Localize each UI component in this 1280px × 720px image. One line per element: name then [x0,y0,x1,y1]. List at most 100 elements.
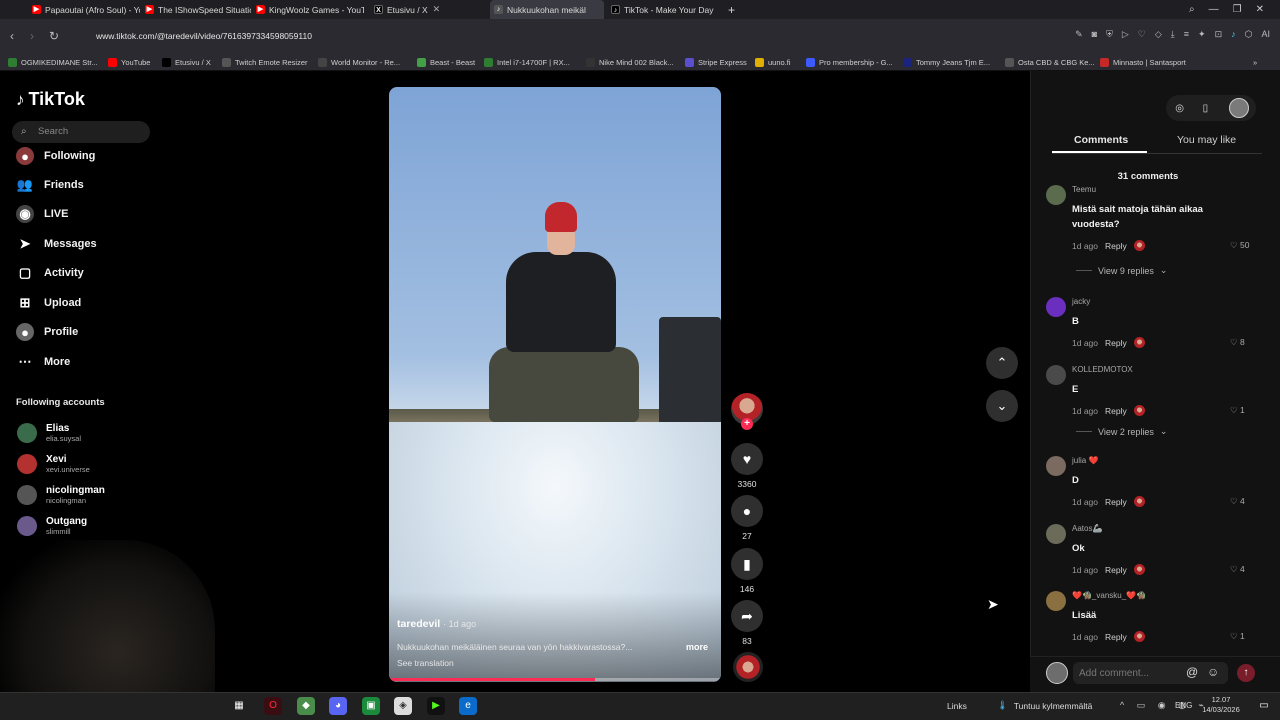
files-app-icon[interactable]: ◆ [297,697,315,715]
taskbar-clock[interactable]: 12.07 14/03/2026 [1200,695,1242,715]
sidebar-item-friends[interactable]: 👥 Friends [16,174,84,196]
bookmark-item[interactable]: Etusivu / X [162,55,211,69]
tiktok-logo[interactable]: ♪ TikTok [16,89,85,110]
comment-like-button[interactable]: ♡ 50 [1230,240,1249,251]
camera-icon[interactable]: ◙ [1092,29,1097,40]
sidebar-item-upload[interactable]: ⊞ Upload [16,292,82,314]
bookmarks-overflow-icon[interactable]: » [1253,55,1257,69]
browser-tab-1[interactable]: ▶ Papaoutai (Afro Soul) - Yo [28,0,140,19]
comment-username[interactable]: Aatos🦾 [1072,524,1102,533]
taskbar-links[interactable]: Links [947,701,967,711]
reply-button[interactable]: Reply [1105,406,1127,416]
save-action[interactable]: ▮ 146 [731,548,763,594]
reply-button[interactable]: Reply [1105,241,1127,251]
menu-icon[interactable]: ≡ [1184,29,1189,40]
tab-you-may-like[interactable]: You may like [1177,134,1236,146]
share-icon[interactable]: ➦ [731,600,763,632]
video-player[interactable]: taredevil · 1d ago Nukkuukohan meikäläin… [389,87,721,682]
previous-video-button[interactable]: ⌃ [986,347,1018,379]
music-disc-icon[interactable] [733,652,763,682]
comment-like-button[interactable]: ♡ 8 [1230,337,1245,348]
bookmark-item[interactable]: Tommy Jeans Tjm E... [903,55,990,69]
avatar[interactable] [1046,185,1066,205]
minimize-icon[interactable]: — [1209,4,1219,15]
lock-icon[interactable]: ⊡ [1215,29,1223,40]
cube-icon[interactable]: ◇ [1155,29,1162,40]
heart-icon[interactable]: ♥ [731,443,763,475]
comment-username[interactable]: KOLLEDMOTOX [1072,365,1133,374]
taskbar-weather[interactable]: 🌡 Tuntuu kylmemmältä [997,700,1092,711]
coin-icon[interactable]: ◎ [1175,103,1184,114]
bookmark-item[interactable]: Minnasto | Santasport [1100,55,1186,69]
device-icon[interactable]: ▯ [1203,103,1209,114]
bookmark-item[interactable]: World Monitor - Re... [318,55,400,69]
maximize-icon[interactable]: ❐ [1233,4,1242,15]
following-account[interactable]: Xevi xevi.universe [17,451,90,477]
bookmark-item[interactable]: Twitch Emote Resizer [222,55,308,69]
sidebar-item-profile[interactable]: ● Profile [16,321,78,343]
reply-button[interactable]: Reply [1105,497,1127,507]
bookmark-item[interactable]: Osta CBD & CBG Ke... [1005,55,1095,69]
comment-like-button[interactable]: ♡ 4 [1230,496,1245,507]
search-input[interactable]: ⌕ Search [12,121,150,143]
video-progress-bar[interactable] [389,678,721,681]
reply-button[interactable]: Reply [1105,338,1127,348]
avatar[interactable] [1046,456,1066,476]
url-field[interactable]: www.tiktok.com/@taredevil/video/76163973… [76,25,1226,47]
new-tab-button[interactable]: + [724,0,742,19]
avatar[interactable] [1046,365,1066,385]
browser-tab-6[interactable]: ♪ TikTok - Make Your Day [607,0,719,19]
edge-icon[interactable]: e [459,697,477,715]
settings-icon[interactable]: ⬡ [1245,29,1253,40]
sidebar-item-more[interactable]: ⋯ More [16,351,71,373]
emoji-button[interactable]: ☺ [1207,665,1219,679]
bookmark-item[interactable]: Nike Mind 002 Black... [586,55,674,69]
reload-icon[interactable]: ↻ [46,28,62,44]
kick-icon[interactable]: ▶ [427,697,445,715]
following-account[interactable]: nicolingman nicolingman [17,482,105,508]
ai-button[interactable]: AI [1261,29,1270,40]
comment-username[interactable]: jacky [1072,297,1090,306]
bookmark-item[interactable]: Pro membership - G... [806,55,893,69]
tiktok-extension-icon[interactable]: ♪ [1231,29,1236,40]
following-account[interactable]: Outgang slimmill [17,513,87,539]
caption-more-button[interactable]: more [686,642,708,652]
reply-button[interactable]: Reply [1105,632,1127,642]
follow-button[interactable]: + [741,418,753,430]
next-video-button[interactable]: ⌄ [986,390,1018,422]
avatar[interactable] [1046,524,1066,544]
add-comment-input[interactable] [1073,662,1228,684]
comment-like-button[interactable]: ♡ 1 [1230,631,1245,642]
extension-icon[interactable]: ✦ [1198,29,1206,40]
video-author[interactable]: taredevil [397,618,440,630]
sidebar-item-activity[interactable]: ▢ Activity [16,262,84,284]
comment-like-button[interactable]: ♡ 1 [1230,405,1245,416]
comment-username[interactable]: ❤️🧌_vansku_❤️🧌 [1072,591,1146,600]
view-replies-button[interactable]: View 2 replies ⌄ [1076,426,1167,437]
forward-icon[interactable]: › [24,28,40,44]
download-icon[interactable]: ⤓ [1171,29,1175,40]
view-replies-button[interactable]: View 9 replies ⌄ [1076,265,1167,276]
avatar[interactable] [1046,297,1066,317]
comment-username[interactable]: Teemu [1072,185,1096,194]
notification-icon[interactable]: ▭ [1255,697,1273,715]
bookmark-item[interactable]: OGMIKEDIMANE Str... [8,55,98,69]
play-icon[interactable]: ▷ [1122,29,1129,40]
reply-button[interactable]: Reply [1105,565,1127,575]
input-language[interactable]: ENG [1175,701,1192,710]
bookmark-item[interactable]: Stripe Express [685,55,747,69]
opera-gx-icon[interactable]: O [264,697,282,715]
bookmark-item[interactable]: Beast - Beast [417,55,475,69]
shield-icon[interactable]: ⛨ [1106,29,1113,40]
task-view-icon[interactable]: ▦ [230,697,248,715]
following-account[interactable]: Elias elia.suysal [17,420,81,446]
see-translation-link[interactable]: See translation [397,658,454,668]
spreadsheet-app-icon[interactable]: ▣ [362,697,380,715]
post-comment-button[interactable]: ↑ [1237,664,1255,682]
video-author-line[interactable]: taredevil · 1d ago [397,618,476,630]
discord-icon[interactable]: ◕ [329,697,347,715]
sidebar-item-following[interactable]: ● Following [16,145,95,167]
mention-button[interactable]: @ [1186,665,1198,679]
avatar[interactable] [1046,591,1066,611]
comment-like-button[interactable]: ♡ 4 [1230,564,1245,575]
